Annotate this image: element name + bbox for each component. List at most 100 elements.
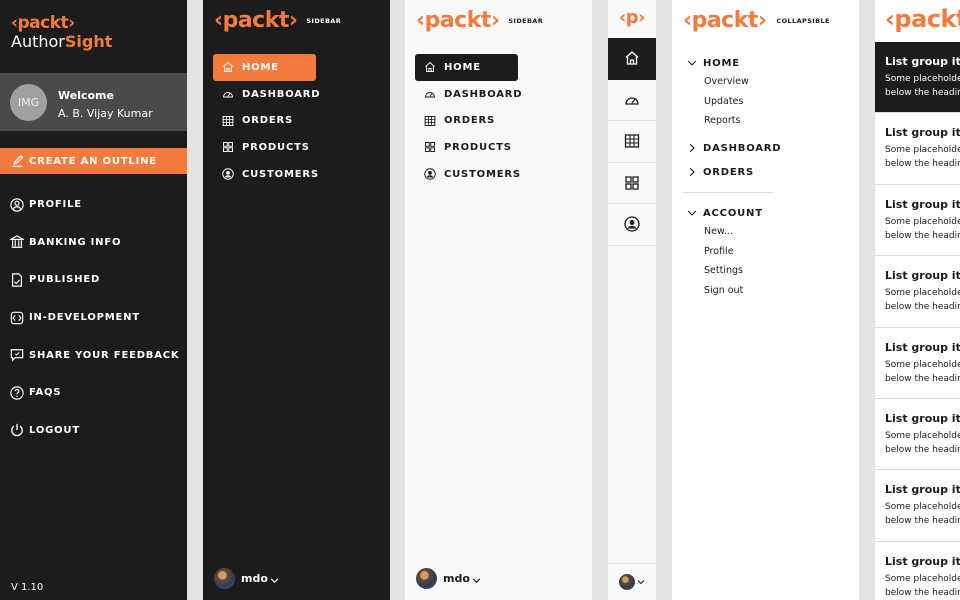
list-item-title: List group item heading <box>885 411 960 425</box>
sidebar-header: ‹p› <box>608 8 656 28</box>
avatar <box>619 574 635 590</box>
nav-item-label: DASHBOARD <box>242 88 321 100</box>
user-dropdown[interactable] <box>608 563 656 600</box>
menu-item-label: IN-DEVELOPMENT <box>29 312 140 324</box>
nav-item-label: HOME <box>242 61 279 73</box>
list-item-desc: Some placeholder content in a paragraph <box>885 145 960 156</box>
list-item-title: List group item heading <box>885 126 960 140</box>
table-icon <box>424 115 436 126</box>
group-toggle-dashboard[interactable]: DASHBOARD <box>687 139 781 157</box>
list-group: List group item heading Some placeholder… <box>875 42 960 600</box>
group-toggle-orders[interactable]: ORDERS <box>687 163 754 181</box>
packt-logo[interactable]: ‹packt› <box>885 5 960 33</box>
list-group-item[interactable]: List group item heading Some placeholder… <box>875 185 960 257</box>
packt-logo-small[interactable]: ‹p› <box>608 8 656 28</box>
list-group-item[interactable]: List group item heading Some placeholder… <box>875 470 960 542</box>
menu-item-feedback[interactable]: SHARE YOUR FEEDBACK <box>0 336 187 374</box>
nav-item-customers[interactable] <box>608 204 656 246</box>
sidebar-subtitle: SIDEBAR <box>508 17 544 25</box>
nav-item-home[interactable]: HOME <box>213 54 316 81</box>
packt-logo[interactable]: ‹packt› <box>214 9 298 33</box>
nav-item-home[interactable]: HOME <box>415 54 518 81</box>
group-toggle-account[interactable]: ACCOUNT <box>687 204 763 222</box>
user-dropdown[interactable]: mdo <box>214 568 279 589</box>
list-item-desc: below the heading and date. <box>885 159 960 170</box>
link-reports[interactable]: Reports <box>704 111 749 131</box>
user-dropdown[interactable]: mdo <box>416 568 481 589</box>
packt-logo[interactable]: ‹packt› <box>416 9 500 33</box>
feedback-icon <box>10 349 24 362</box>
dark-sidebar: ‹packt› SIDEBAR HOME DASHBOARD ORDERS PR… <box>203 0 390 600</box>
list-item-title: List group item heading <box>885 554 960 568</box>
list-group-item[interactable]: List group item heading Some placeholder… <box>875 399 960 471</box>
link-updates[interactable]: Updates <box>704 92 749 112</box>
document-icon <box>12 273 22 287</box>
speedometer-icon <box>425 92 435 98</box>
nav-item-products[interactable]: PRODUCTS <box>415 134 575 161</box>
menu-item-label: SHARE YOUR FEEDBACK <box>29 349 180 361</box>
app-name-prefix: Author <box>11 32 65 51</box>
link-sign-out[interactable]: Sign out <box>704 281 763 301</box>
nav-item-label: ORDERS <box>242 115 294 127</box>
list-item-desc: Some placeholder content in a paragraph <box>885 573 960 584</box>
list-group-item[interactable]: List group item heading Some placeholder… <box>875 42 960 114</box>
home-icon <box>223 62 233 73</box>
create-outline-button[interactable]: CREATE AN OUTLINE <box>0 148 187 174</box>
group-label: ORDERS <box>703 166 755 178</box>
person-circle-icon <box>222 168 234 180</box>
edit-icon <box>12 154 24 167</box>
nav-item-label: CUSTOMERS <box>444 168 521 180</box>
nav-item-products[interactable] <box>608 163 656 204</box>
packt-logo[interactable]: ‹packt› <box>683 9 767 33</box>
list-item-desc: below the heading and date. <box>885 587 960 598</box>
avatar <box>214 568 235 589</box>
list-item-desc: Some placeholder content in a paragraph <box>885 288 960 299</box>
nav-item-orders[interactable]: ORDERS <box>213 107 373 134</box>
group-label: ACCOUNT <box>703 207 763 219</box>
nav-item-customers[interactable]: CUSTOMERS <box>213 161 373 188</box>
chevron-down-icon <box>687 210 697 216</box>
grid-icon <box>625 176 639 190</box>
nav-item-orders[interactable]: ORDERS <box>415 107 575 134</box>
nav-item-dashboard[interactable] <box>608 80 656 121</box>
nav-item-dashboard[interactable]: DASHBOARD <box>213 81 373 108</box>
authorsight-sidebar: ‹packt› AuthorSight IMG Welcome A. B. Vi… <box>0 0 187 600</box>
group-account: ACCOUNT New... Profile Settings Sign out <box>687 204 763 300</box>
app-name: AuthorSight <box>11 32 187 52</box>
list-group-item[interactable]: List group item heading Some placeholder… <box>875 328 960 399</box>
light-sidebar: ‹packt› SIDEBAR HOME DASHBOARD ORDERS PR… <box>405 0 592 600</box>
sidebar-header: ‹packt› SIDEBAR <box>214 9 341 33</box>
bank-icon <box>10 235 24 249</box>
list-item-desc: below the heading and date. <box>885 516 960 527</box>
link-new[interactable]: New... <box>704 222 763 242</box>
link-profile[interactable]: Profile <box>704 242 763 262</box>
group-toggle-home[interactable]: HOME <box>687 54 749 72</box>
create-outline-label: CREATE AN OUTLINE <box>29 155 157 167</box>
menu-item-label: FAQS <box>29 387 62 399</box>
menu-item-published[interactable]: PUBLISHED <box>0 261 187 299</box>
avatar <box>416 568 437 589</box>
welcome-label: Welcome <box>58 89 114 102</box>
brand: ‹packt› AuthorSight <box>0 0 187 52</box>
list-group-item[interactable]: List group item heading Some placeholder… <box>875 542 960 600</box>
menu-item-faqs[interactable]: FAQS <box>0 374 187 412</box>
menu-item-profile[interactable]: PROFILE <box>0 186 187 224</box>
nav-item-label: CUSTOMERS <box>242 168 319 180</box>
nav-item-customers[interactable]: CUSTOMERS <box>415 161 575 188</box>
nav-item-orders[interactable] <box>608 121 656 163</box>
nav-item-products[interactable]: PRODUCTS <box>213 134 373 161</box>
list-item-desc: below the heading and date. <box>885 444 960 455</box>
link-settings[interactable]: Settings <box>704 261 763 281</box>
list-group-item[interactable]: List group item heading Some placeholder… <box>875 256 960 328</box>
grid-icon <box>223 142 233 153</box>
nav-item-home[interactable] <box>608 38 656 80</box>
list-item-desc: Some placeholder content in a paragraph <box>885 359 960 370</box>
menu-item-in-development[interactable]: IN-DEVELOPMENT <box>0 299 187 337</box>
list-group-item[interactable]: List group item heading Some placeholder… <box>875 113 960 185</box>
link-overview[interactable]: Overview <box>704 72 749 92</box>
menu-item-banking[interactable]: BANKING INFO <box>0 224 187 262</box>
menu-item-logout[interactable]: LOGOUT <box>0 412 187 450</box>
nav-item-dashboard[interactable]: DASHBOARD <box>415 81 575 108</box>
list-item-desc: below the heading and date. <box>885 230 960 241</box>
list-item-desc: below the heading and date. <box>885 302 960 313</box>
